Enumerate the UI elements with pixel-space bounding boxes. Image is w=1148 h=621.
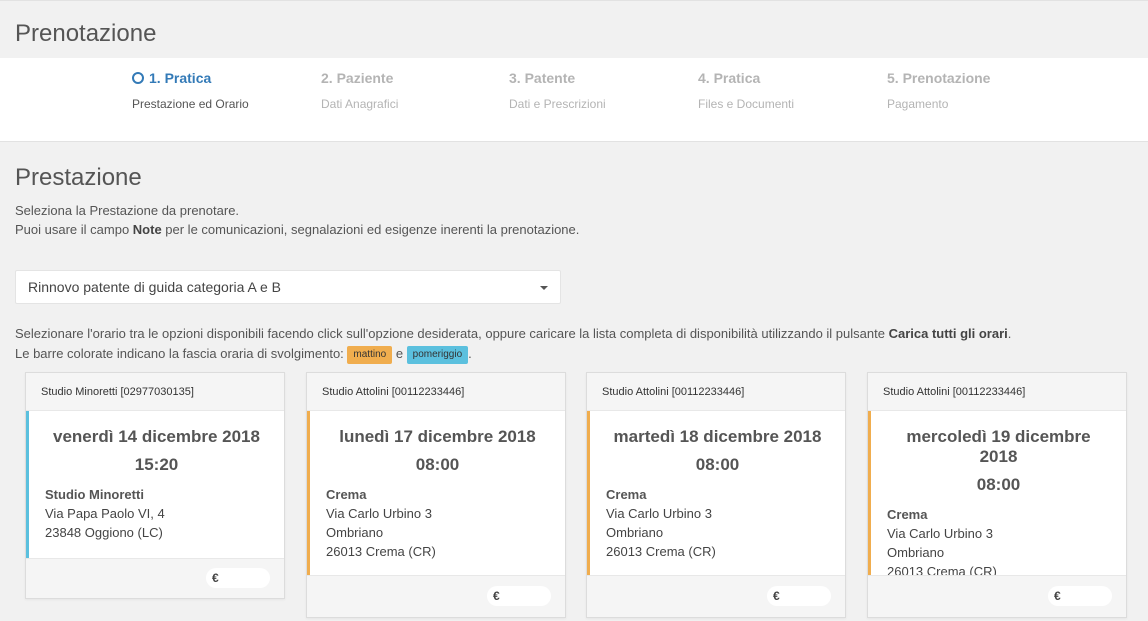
slot-body: mercoledì 19 dicembre 2018 08:00 Crema V… bbox=[868, 411, 1126, 575]
slot-location: Crema bbox=[606, 485, 845, 504]
slot-location: Crema bbox=[887, 505, 1126, 524]
slot-date: mercoledì 19 dicembre 2018 bbox=[887, 427, 1126, 467]
slot-footer: € bbox=[868, 575, 1126, 617]
slot-card[interactable]: Studio Attolini [00112233446] mercoledì … bbox=[867, 372, 1127, 618]
wizard-steps: 1. Pratica Prestazione ed Orario 2. Pazi… bbox=[0, 58, 1148, 142]
slot-studio: Studio Minoretti [02977030135] bbox=[26, 373, 284, 411]
slot-address: Crema Via Carlo Urbino 3 Ombriano 26013 … bbox=[887, 505, 1126, 581]
help-text: Le barre colorate indicano la fascia ora… bbox=[15, 346, 347, 361]
wizard-step-3[interactable]: 3. Patente Dati e Prescrizioni bbox=[509, 69, 606, 111]
wizard-step-2[interactable]: 2. Paziente Dati Anagrafici bbox=[321, 69, 398, 111]
section-intro: Seleziona la Prestazione da prenotare. P… bbox=[15, 201, 579, 239]
slot-address-line: Via Carlo Urbino 3 bbox=[326, 504, 565, 523]
caret-down-icon bbox=[540, 286, 548, 290]
slot-price: € bbox=[487, 586, 551, 606]
slot-address: Studio Minoretti Via Papa Paolo VI, 4 23… bbox=[45, 485, 284, 542]
slot-studio: Studio Attolini [00112233446] bbox=[868, 373, 1126, 411]
slot-time: 15:20 bbox=[45, 455, 284, 475]
step-subtitle: Prestazione ed Orario bbox=[132, 97, 249, 111]
slot-location: Crema bbox=[326, 485, 565, 504]
slot-address-line: Ombriano bbox=[326, 523, 565, 542]
morning-badge: mattino bbox=[347, 346, 392, 364]
step-subtitle: Pagamento bbox=[887, 97, 990, 111]
step-subtitle: Dati e Prescrizioni bbox=[509, 97, 606, 111]
slot-footer: € bbox=[587, 575, 845, 617]
slot-studio: Studio Attolini [00112233446] bbox=[587, 373, 845, 411]
section-title: Prestazione bbox=[15, 164, 142, 192]
slot-time: 08:00 bbox=[887, 475, 1126, 495]
slot-price: € bbox=[206, 568, 270, 588]
help-text: . bbox=[468, 346, 472, 361]
help-line: Le barre colorate indicano la fascia ora… bbox=[15, 344, 1011, 364]
slot-date: martedì 18 dicembre 2018 bbox=[606, 427, 845, 447]
wizard-step-5[interactable]: 5. Prenotazione Pagamento bbox=[887, 69, 990, 111]
slot-time: 08:00 bbox=[606, 455, 845, 475]
step-subtitle: Dati Anagrafici bbox=[321, 97, 398, 111]
slot-price: € bbox=[1048, 586, 1112, 606]
slot-address-line: Ombriano bbox=[606, 523, 845, 542]
slot-date: lunedì 17 dicembre 2018 bbox=[326, 427, 565, 447]
service-select[interactable]: Rinnovo patente di guida categoria A e B bbox=[15, 270, 561, 304]
slot-body: martedì 18 dicembre 2018 08:00 Crema Via… bbox=[587, 411, 845, 575]
intro-bold: Note bbox=[133, 222, 162, 237]
slot-studio: Studio Attolini [00112233446] bbox=[307, 373, 565, 411]
afternoon-badge: pomeriggio bbox=[407, 346, 468, 364]
slot-card[interactable]: Studio Attolini [00112233446] lunedì 17 … bbox=[306, 372, 566, 618]
wizard-step-4[interactable]: 4. Pratica Files e Documenti bbox=[698, 69, 794, 111]
circle-icon bbox=[132, 72, 144, 84]
page-title: Prenotazione bbox=[15, 20, 156, 48]
intro-line: Puoi usare il campo Note per le comunica… bbox=[15, 220, 579, 239]
slot-body: lunedì 17 dicembre 2018 08:00 Crema Via … bbox=[307, 411, 565, 575]
slot-address-line: 26013 Crema (CR) bbox=[326, 542, 565, 561]
help-text: . bbox=[1008, 326, 1012, 341]
step-title: 5. Prenotazione bbox=[887, 69, 990, 87]
slot-card[interactable]: Studio Minoretti [02977030135] venerdì 1… bbox=[25, 372, 285, 599]
step-title: 1. Pratica bbox=[149, 69, 211, 87]
wizard-step-1[interactable]: 1. Pratica Prestazione ed Orario bbox=[132, 69, 249, 111]
slot-footer: € bbox=[26, 558, 284, 598]
step-title: 2. Paziente bbox=[321, 69, 398, 87]
step-title: 4. Pratica bbox=[698, 69, 794, 87]
slot-card[interactable]: Studio Attolini [00112233446] martedì 18… bbox=[586, 372, 846, 618]
slot-time: 08:00 bbox=[326, 455, 565, 475]
slot-price: € bbox=[767, 586, 831, 606]
slot-address: Crema Via Carlo Urbino 3 Ombriano 26013 … bbox=[606, 485, 845, 561]
slot-body: venerdì 14 dicembre 2018 15:20 Studio Mi… bbox=[26, 411, 284, 558]
step-title: 3. Patente bbox=[509, 69, 606, 87]
slot-address-line: 23848 Oggiono (LC) bbox=[45, 523, 284, 542]
slot-address-line: Via Carlo Urbino 3 bbox=[887, 524, 1126, 543]
service-select-value: Rinnovo patente di guida categoria A e B bbox=[28, 279, 281, 295]
intro-text: per le comunicazioni, segnalazioni ed es… bbox=[162, 222, 580, 237]
slot-address-line: Ombriano bbox=[887, 543, 1126, 562]
top-divider bbox=[0, 0, 1148, 1]
slot-address-line: 26013 Crema (CR) bbox=[606, 542, 845, 561]
help-text: Selezionare l'orario tra le opzioni disp… bbox=[15, 326, 889, 341]
slot-address-line: Via Carlo Urbino 3 bbox=[606, 504, 845, 523]
intro-line: Seleziona la Prestazione da prenotare. bbox=[15, 201, 579, 220]
slot-help: Selezionare l'orario tra le opzioni disp… bbox=[15, 324, 1011, 364]
intro-text: Puoi usare il campo bbox=[15, 222, 133, 237]
help-text: e bbox=[392, 346, 406, 361]
slot-address: Crema Via Carlo Urbino 3 Ombriano 26013 … bbox=[326, 485, 565, 561]
step-subtitle: Files e Documenti bbox=[698, 97, 794, 111]
slot-date: venerdì 14 dicembre 2018 bbox=[45, 427, 284, 447]
slot-footer: € bbox=[307, 575, 565, 617]
slot-address-line: Via Papa Paolo VI, 4 bbox=[45, 504, 284, 523]
help-line: Selezionare l'orario tra le opzioni disp… bbox=[15, 324, 1011, 344]
slot-location: Studio Minoretti bbox=[45, 485, 284, 504]
help-bold: Carica tutti gli orari bbox=[889, 326, 1008, 341]
